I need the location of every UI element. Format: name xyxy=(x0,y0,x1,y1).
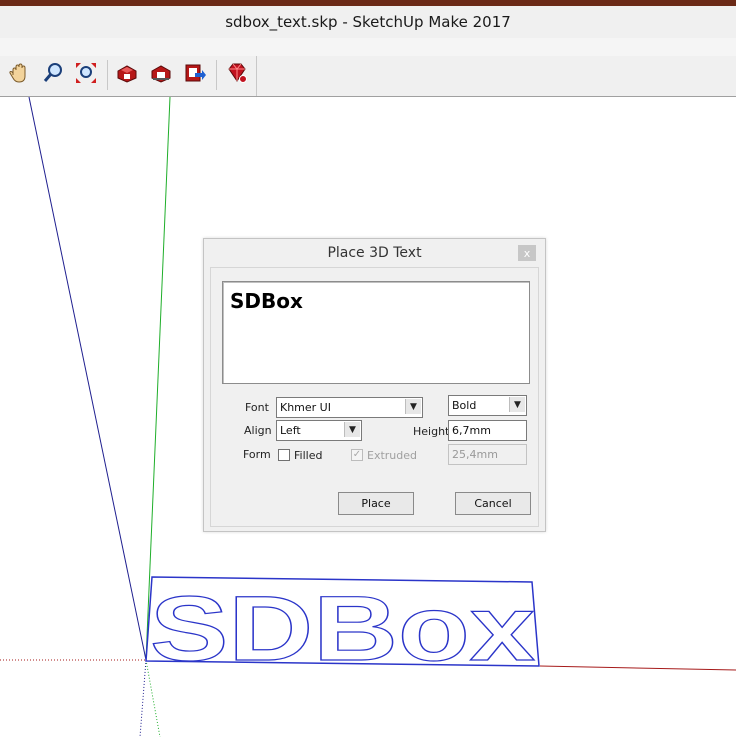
font-select-value: Khmer UI xyxy=(280,401,331,414)
place-3d-text-dialog: Place 3D Text x SDBox Font Khmer UI ▼ Bo… xyxy=(203,238,546,532)
zoom-icon[interactable] xyxy=(40,60,66,86)
menu-bar xyxy=(0,38,736,56)
font-label: Font xyxy=(245,401,269,414)
dialog-title: Place 3D Text xyxy=(327,245,422,261)
extruded-label: Extruded xyxy=(367,449,417,462)
3d-warehouse-icon[interactable] xyxy=(114,60,140,86)
red-axis xyxy=(539,665,736,671)
window-title: sdbox_text.skp - SketchUp Make 2017 xyxy=(225,13,511,31)
window-title-bar: sdbox_text.skp - SketchUp Make 2017 xyxy=(0,6,736,39)
toolbar-separator xyxy=(216,60,217,90)
text-input-value: SDBox xyxy=(230,289,303,313)
align-select-value: Left xyxy=(280,424,301,437)
share-component-icon[interactable] xyxy=(182,60,208,86)
blue-axis-negative xyxy=(139,659,147,737)
green-axis xyxy=(145,97,171,661)
height-input[interactable]: 6,7mm xyxy=(448,420,527,441)
close-icon[interactable]: x xyxy=(518,245,536,261)
model-3d-text: SDBox xyxy=(150,578,535,680)
blue-axis xyxy=(28,97,147,661)
cancel-button[interactable]: Cancel xyxy=(455,492,531,515)
form-label: Form xyxy=(243,448,271,461)
chevron-down-icon[interactable]: ▼ xyxy=(344,422,360,437)
toolbar-separator xyxy=(107,60,108,90)
toolbar xyxy=(0,56,736,97)
filled-checkbox[interactable] xyxy=(278,449,290,461)
height-label: Height xyxy=(413,425,450,438)
share-model-icon[interactable] xyxy=(148,60,174,86)
extruded-checkbox[interactable]: ✓ xyxy=(351,449,363,461)
extrusion-depth-input[interactable]: 25,4mm xyxy=(448,444,527,465)
extrusion-depth-value: 25,4mm xyxy=(452,448,498,461)
font-select[interactable]: Khmer UI ▼ xyxy=(276,397,423,418)
font-style-select[interactable]: Bold ▼ xyxy=(448,395,527,416)
filled-label: Filled xyxy=(294,449,323,462)
toolbar-end-divider xyxy=(256,56,257,96)
chevron-down-icon[interactable]: ▼ xyxy=(405,399,421,414)
text-input-area[interactable]: SDBox xyxy=(222,281,530,384)
zoom-extents-icon[interactable] xyxy=(73,60,99,86)
place-button[interactable]: Place xyxy=(338,492,414,515)
font-style-value: Bold xyxy=(452,399,477,412)
extension-warehouse-icon[interactable] xyxy=(224,60,250,86)
chevron-down-icon[interactable]: ▼ xyxy=(509,397,525,412)
align-label: Align xyxy=(244,424,272,437)
height-input-value: 6,7mm xyxy=(452,424,491,437)
dialog-body: SDBox Font Khmer UI ▼ Bold ▼ Align Left … xyxy=(210,267,539,527)
pan-icon[interactable] xyxy=(6,60,32,86)
align-select[interactable]: Left ▼ xyxy=(276,420,362,441)
